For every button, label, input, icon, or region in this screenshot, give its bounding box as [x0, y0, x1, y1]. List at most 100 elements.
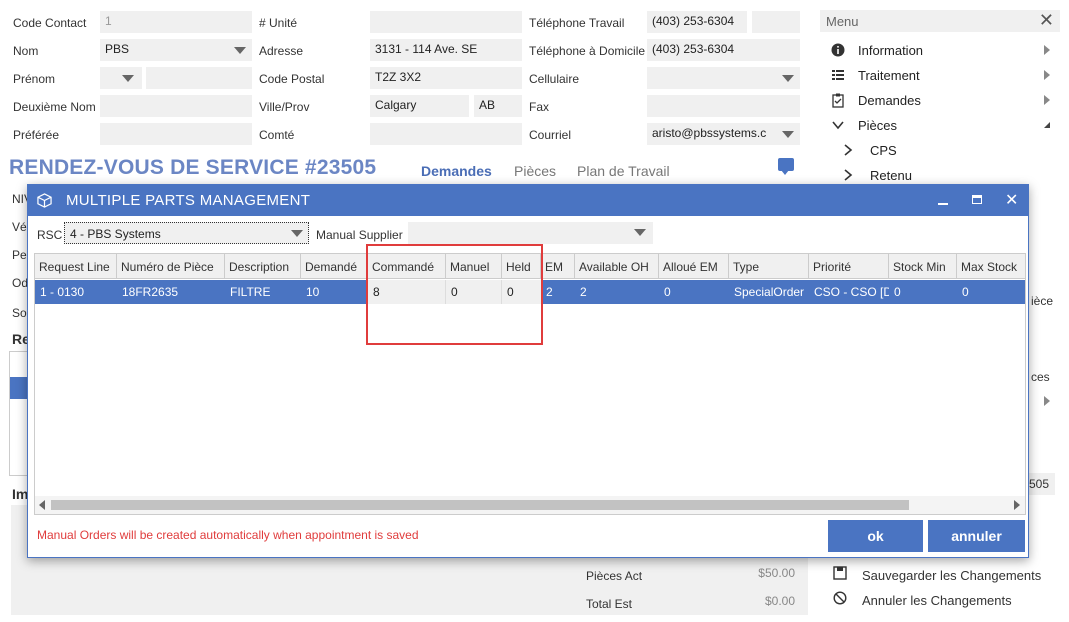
unite-label: # Unité	[259, 16, 298, 30]
menu-item-label: Retenu	[870, 168, 912, 182]
cellulaire-select[interactable]	[647, 67, 800, 89]
nom-value: PBS	[105, 42, 130, 56]
column-header[interactable]: Stock Min	[889, 254, 957, 279]
code-contact-field[interactable]: 1	[100, 11, 252, 33]
menu-item-demandes[interactable]: Demandes	[820, 89, 1060, 113]
rsc-select[interactable]: 4 - PBS Systems	[64, 222, 309, 244]
unite-field[interactable]	[370, 11, 522, 33]
pieces-fragment: ces	[1031, 370, 1050, 384]
menu-item-traitement[interactable]: Traitement	[820, 64, 1060, 88]
pieces-act-label: Pièces Act	[586, 569, 643, 583]
save-changes-label: Sauvegarder les Changements	[862, 568, 1042, 583]
column-header[interactable]: Priorité	[809, 254, 889, 279]
ro-number-field: 505	[1029, 473, 1055, 495]
adresse-field[interactable]: 3131 - 114 Ave. SE	[370, 39, 522, 61]
prenom-title-select[interactable]	[100, 67, 142, 89]
tab-plan-de-travail[interactable]: Plan de Travail	[577, 163, 670, 179]
column-header[interactable]: Description	[225, 254, 301, 279]
chevron-down-icon[interactable]	[782, 131, 794, 138]
chat-icon[interactable]	[778, 158, 794, 175]
column-header[interactable]: Alloué EM	[659, 254, 729, 279]
tel-travail-ext-field[interactable]	[752, 11, 800, 33]
code-postal-label: Code Postal	[259, 72, 325, 86]
scroll-left-icon[interactable]	[39, 500, 45, 510]
background-list	[9, 351, 29, 476]
table-cell: 2	[546, 285, 553, 299]
maximize-icon[interactable]	[972, 195, 982, 204]
side-menu: Menu ✕ Information Traitement Demandes P…	[820, 10, 1060, 182]
ok-button[interactable]: ok	[828, 520, 923, 552]
tel-travail-field[interactable]: (403) 253-6304	[647, 11, 747, 33]
courriel-select[interactable]: aristo@pbssystems.c	[647, 123, 800, 145]
tel-domicile-label: Téléphone à Domicile	[529, 44, 646, 58]
prenom-field[interactable]	[146, 67, 252, 89]
column-header[interactable]: Available OH	[575, 254, 659, 279]
preferee-label: Préférée	[13, 128, 60, 142]
chevron-down-icon[interactable]	[122, 75, 134, 82]
cellulaire-label: Cellulaire	[529, 72, 580, 86]
menu-item-pieces[interactable]: Pièces	[820, 114, 1060, 138]
prov-field[interactable]: AB	[474, 95, 522, 117]
list-icon	[832, 70, 844, 80]
menu-item-label: Demandes	[858, 93, 921, 108]
table-cell: 18FR2635	[122, 285, 179, 299]
tab-pieces[interactable]: Pièces	[514, 163, 556, 179]
menu-item-retenu[interactable]: Retenu	[820, 164, 1060, 182]
table-cell: FILTRE	[230, 285, 271, 299]
page-title: RENDEZ-VOUS DE SERVICE #23505	[9, 156, 377, 179]
imputation-heading: Im	[12, 486, 29, 502]
manual-orders-note: Manual Orders will be created automatica…	[37, 528, 419, 542]
cancel-changes-button[interactable]: Annuler les Changements	[830, 589, 1060, 611]
menu-title: Menu	[826, 14, 859, 29]
comte-field[interactable]	[370, 123, 522, 145]
scroll-right-icon[interactable]	[1014, 500, 1020, 510]
menu-item-information[interactable]: Information	[820, 39, 1060, 63]
multiple-parts-dialog: MULTIPLE PARTS MANAGEMENT ✕ RSC 4 - PBS …	[27, 184, 1029, 558]
menu-item-cps[interactable]: CPS	[820, 139, 1060, 163]
deuxieme-nom-field[interactable]	[100, 95, 252, 117]
odometre-label: Od	[12, 276, 29, 290]
save-icon	[833, 566, 847, 580]
cube-icon	[37, 193, 52, 208]
tab-demandes[interactable]: Demandes	[421, 163, 492, 179]
column-header[interactable]: Max Stock	[957, 254, 1025, 279]
chevron-down-icon[interactable]	[782, 75, 794, 82]
manual-supplier-select[interactable]	[408, 222, 653, 244]
column-header[interactable]: EM	[541, 254, 575, 279]
table-cell: 0	[664, 285, 671, 299]
piece-fragment: ièce	[1031, 294, 1054, 308]
table-cell: 0	[962, 285, 969, 299]
courriel-label: Courriel	[529, 128, 572, 142]
code-postal-field[interactable]: T2Z 3X2	[370, 67, 522, 89]
comte-label: Comté	[259, 128, 295, 142]
chevron-right-icon	[844, 169, 853, 181]
close-icon[interactable]: ✕	[1005, 190, 1018, 210]
column-header[interactable]: Numéro de Pièce	[117, 254, 225, 279]
column-header[interactable]: Demandé	[301, 254, 368, 279]
chevron-down-icon[interactable]	[234, 47, 246, 54]
horizontal-scrollbar[interactable]	[35, 496, 1025, 514]
table-cell: 10	[306, 285, 320, 299]
menu-item-label: Pièces	[858, 118, 898, 133]
tel-domicile-field[interactable]: (403) 253-6304	[647, 39, 800, 61]
column-header[interactable]: Request Line	[35, 254, 117, 279]
fax-field[interactable]	[647, 95, 800, 117]
minimize-icon[interactable]	[938, 203, 948, 205]
ville-field[interactable]: Calgary	[370, 95, 469, 117]
pieces-act-value: $50.00	[704, 563, 800, 585]
close-icon[interactable]: ✕	[1039, 10, 1054, 31]
cancel-changes-label: Annuler les Changements	[862, 593, 1012, 608]
preferee-field[interactable]	[100, 123, 252, 145]
chevron-down-icon	[291, 230, 303, 237]
chevron-right-icon	[1044, 70, 1050, 80]
chevron-right-icon	[1044, 95, 1050, 105]
fax-label: Fax	[529, 100, 550, 114]
chevron-right-icon[interactable]	[1044, 396, 1050, 406]
chevron-down-icon	[634, 229, 646, 236]
annuler-button[interactable]: annuler	[928, 520, 1025, 552]
dialog-titlebar: MULTIPLE PARTS MANAGEMENT ✕	[28, 185, 1028, 216]
nom-select[interactable]: PBS	[100, 39, 252, 61]
column-header[interactable]: Type	[729, 254, 809, 279]
save-changes-button[interactable]: Sauvegarder les Changements	[830, 564, 1060, 586]
scrollbar-thumb[interactable]	[51, 500, 909, 510]
